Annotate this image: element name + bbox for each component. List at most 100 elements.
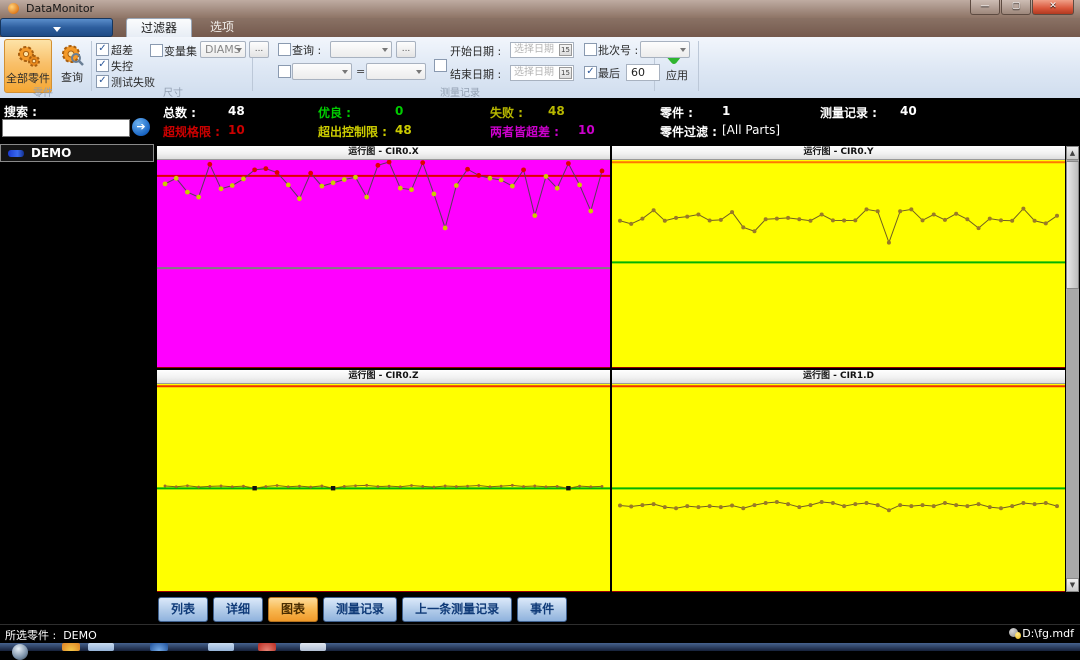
part-item-label: DEMO (31, 146, 71, 160)
dims-group-label: 尺寸 (163, 84, 183, 99)
stat-oos-value: 10 (228, 123, 245, 137)
run-chart-cir0z[interactable]: 运行图 - CIR0.Z (157, 370, 610, 592)
minimize-button[interactable]: — (970, 0, 1000, 15)
test-failed-label: 测试失败 (111, 74, 155, 90)
stat-total-value: 48 (228, 104, 245, 118)
stat-good-value: 0 (395, 104, 403, 118)
database-icon (1009, 628, 1018, 637)
variable-set-more-button[interactable]: ... (249, 41, 269, 58)
last-n-checkbox[interactable]: ✓ (584, 66, 597, 79)
apply-label: 应用 (658, 67, 696, 83)
maximize-button[interactable]: ▢ (1001, 0, 1031, 15)
stat-oos-label: 超规格限 : (163, 123, 220, 140)
out-of-control-label: 失控 (111, 58, 133, 74)
part-list-item-demo[interactable]: DEMO (0, 144, 154, 162)
end-date-input[interactable]: 选择日期15 (510, 65, 574, 81)
search-label: 搜索 : (4, 103, 37, 120)
taskbar-app-icon[interactable] (208, 643, 234, 651)
chevron-down-icon (53, 27, 61, 32)
tab-filter[interactable]: 过滤器 (126, 18, 192, 37)
query-dropdown[interactable] (330, 41, 392, 58)
taskbar-app-icon[interactable] (150, 643, 168, 651)
stat-total-label: 总数 : (163, 104, 196, 121)
last-n-label: 最后 (598, 65, 620, 81)
records-group-label: 测量记录 (440, 84, 480, 99)
calendar-icon[interactable]: 15 (559, 44, 572, 56)
scrollbar-thumb[interactable] (1066, 161, 1079, 289)
query-field-dropdown[interactable] (292, 63, 352, 80)
taskbar-app-icon[interactable] (62, 643, 80, 651)
stat-filter-value: [All Parts] (722, 123, 780, 137)
run-chart-cir1d-title: 运行图 - CIR1.D (612, 370, 1065, 384)
selected-part-status: 所选零件 : DEMO (5, 627, 97, 643)
out-of-control-checkbox[interactable]: ✓ (96, 59, 109, 72)
test-failed-checkbox[interactable]: ✓ (96, 75, 109, 88)
taskbar-app-icon[interactable] (300, 643, 326, 651)
chevron-down-icon (416, 70, 422, 74)
parts-group-label: 零件 (33, 84, 53, 99)
query-parts-button[interactable]: 查询 (54, 39, 90, 93)
stat-failed-value: 48 (548, 104, 565, 118)
run-chart-cir0y[interactable]: 运行图 - CIR0.Y (612, 146, 1065, 368)
taskbar-app-icon[interactable] (258, 643, 276, 651)
query-field-checkbox[interactable] (278, 65, 291, 78)
variable-set-dropdown[interactable]: DIAMS (200, 41, 246, 58)
query-more-button[interactable]: ... (396, 41, 416, 58)
run-chart-cir0y-title: 运行图 - CIR0.Y (612, 146, 1065, 160)
run-chart-cir0z-title: 运行图 - CIR0.Z (157, 370, 610, 384)
group-separator (91, 41, 92, 91)
part-icon (8, 150, 24, 157)
stat-good-label: 优良 : (318, 104, 351, 121)
stat-failed-label: 失败 : (490, 104, 523, 121)
main-area: 总数 : 48 优良 : 0 失败 : 48 零件 : 1 测量记录 : 40 … (0, 98, 1080, 643)
view-details-button[interactable]: 详细 (213, 597, 263, 622)
query-value-dropdown[interactable] (366, 63, 426, 80)
view-records-button[interactable]: 测量记录 (323, 597, 397, 622)
view-events-button[interactable]: 事件 (517, 597, 567, 622)
batch-checkbox[interactable] (584, 43, 597, 56)
run-chart-cir0x-plot (157, 160, 610, 368)
query-label: 查询 : (292, 42, 321, 58)
chevron-down-icon (382, 48, 388, 52)
query-parts-label: 查询 (54, 69, 90, 85)
out-of-tolerance-label: 超差 (111, 42, 133, 58)
app-icon (8, 3, 19, 14)
search-input[interactable] (2, 119, 130, 137)
run-chart-cir0x[interactable]: 运行图 - CIR0.X (157, 146, 610, 368)
query-checkbox[interactable] (278, 43, 291, 56)
variable-set-checkbox[interactable] (150, 44, 163, 57)
taskbar-app-icon[interactable] (88, 643, 114, 651)
batch-dropdown[interactable] (640, 41, 690, 58)
calendar-icon[interactable]: 15 (559, 67, 572, 79)
run-chart-cir0x-title: 运行图 - CIR0.X (157, 146, 610, 160)
view-charts-button[interactable]: 图表 (268, 597, 318, 622)
out-of-tolerance-checkbox[interactable]: ✓ (96, 43, 109, 56)
search-go-button[interactable]: ➔ (132, 118, 150, 136)
close-button[interactable]: ✕ (1032, 0, 1074, 15)
start-orb-icon[interactable] (12, 644, 28, 660)
batch-label: 批次号 : (598, 42, 638, 58)
run-chart-cir0y-plot (612, 160, 1065, 368)
date-range-checkbox[interactable] (434, 59, 447, 72)
last-n-input[interactable]: 60 (626, 64, 660, 81)
gears-icon (15, 43, 41, 69)
chart-grid: 运行图 - CIR0.X 运行图 - CIR0.Y 运行图 - CIR0.Z 运… (157, 146, 1065, 592)
windows-taskbar[interactable] (0, 643, 1080, 651)
start-date-input[interactable]: 选择日期15 (510, 42, 574, 58)
stat-both-label: 两者皆超差 : (490, 123, 559, 140)
scroll-down-icon[interactable]: ▼ (1066, 578, 1079, 592)
scroll-up-icon[interactable]: ▲ (1066, 146, 1079, 160)
run-chart-cir1d[interactable]: 运行图 - CIR1.D (612, 370, 1065, 592)
run-chart-cir1d-plot (612, 384, 1065, 592)
database-path: D:\fg.mdf (1009, 627, 1074, 640)
chart-scrollbar[interactable]: ▲ ▼ (1066, 146, 1079, 592)
stat-ooc-value: 48 (395, 123, 412, 137)
tab-options[interactable]: 选项 (196, 18, 248, 37)
end-date-label: 结束日期 : (450, 66, 501, 82)
view-switcher: 列表 详细 图表 测量记录 上一条测量记录 事件 (158, 597, 567, 622)
chevron-down-icon (236, 48, 242, 52)
application-menu-button[interactable] (0, 18, 113, 37)
view-previous-record-button[interactable]: 上一条测量记录 (402, 597, 512, 622)
title-bar: DataMonitor — ▢ ✕ (0, 0, 1080, 19)
view-list-button[interactable]: 列表 (158, 597, 208, 622)
